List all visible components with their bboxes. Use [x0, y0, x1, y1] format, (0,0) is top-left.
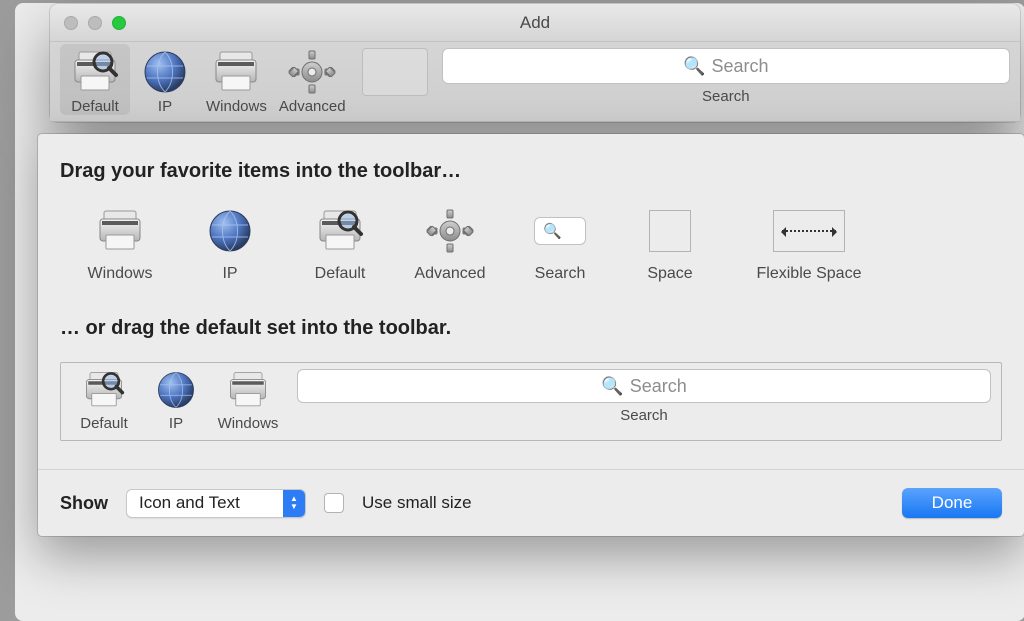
toolbar-search-field[interactable]: 🔍 Search	[442, 48, 1010, 84]
palette-flexible-space-label: Flexible Space	[757, 257, 862, 283]
window-controls	[50, 16, 126, 30]
palette-space-label: Space	[647, 257, 692, 283]
default-set-ip-label: IP	[169, 411, 183, 432]
printer-magnifier-icon	[71, 48, 119, 96]
default-set-ip[interactable]: IP	[143, 369, 209, 432]
search-icon: 🔍	[683, 56, 705, 77]
toolbar-ip-label: IP	[158, 96, 172, 115]
default-set-default[interactable]: Default	[71, 369, 137, 432]
chevron-up-down-icon: ▲▼	[283, 490, 305, 517]
printer-icon	[94, 205, 146, 257]
palette-advanced[interactable]: Advanced	[414, 205, 486, 283]
toolbar-ip[interactable]: IP	[130, 44, 200, 115]
use-small-size-checkbox[interactable]	[324, 493, 344, 513]
globe-icon	[141, 48, 189, 96]
printer-icon	[227, 369, 269, 411]
default-set-default-label: Default	[80, 411, 128, 432]
palette-ip[interactable]: IP	[194, 205, 266, 283]
sheet-heading-1: Drag your favorite items into the toolba…	[60, 160, 1002, 183]
flexible-space-icon	[771, 205, 847, 257]
toolbar-advanced[interactable]: Advanced	[273, 44, 352, 115]
sheet-heading-2: … or drag the default set into the toolb…	[60, 317, 1002, 340]
toolbar: Default IP Windows Advanced 🔍 Search Sea…	[50, 42, 1020, 122]
toolbar-search-caption: Search	[442, 84, 1010, 105]
show-select-value: Icon and Text	[139, 493, 240, 513]
search-icon: 🔍	[601, 376, 623, 397]
globe-icon	[204, 205, 256, 257]
window-title: Add	[50, 13, 1020, 33]
titlebar: Add	[50, 4, 1020, 42]
minimize-window-button[interactable]	[88, 16, 102, 30]
use-small-size-label: Use small size	[362, 493, 472, 513]
toolbar-windows-label: Windows	[206, 96, 267, 115]
palette-search[interactable]: 🔍 Search	[524, 205, 596, 283]
palette-flexible-space[interactable]: Flexible Space	[744, 205, 874, 283]
palette-default[interactable]: Default	[304, 205, 376, 283]
sheet-body: Drag your favorite items into the toolba…	[38, 134, 1024, 469]
available-items-palette: Windows IP Default Advanced 🔍 Search	[60, 205, 1002, 283]
printer-icon	[212, 48, 260, 96]
toolbar-spacer[interactable]	[362, 48, 428, 96]
customize-toolbar-sheet: Drag your favorite items into the toolba…	[38, 134, 1024, 536]
search-field-icon: 🔍	[534, 205, 586, 257]
show-select[interactable]: Icon and Text ▲▼	[126, 489, 306, 518]
palette-ip-label: IP	[222, 257, 237, 283]
toolbar-search-wrap: 🔍 Search Search	[442, 48, 1010, 105]
close-window-button[interactable]	[64, 16, 78, 30]
palette-advanced-label: Advanced	[414, 257, 485, 283]
zoom-window-button[interactable]	[112, 16, 126, 30]
sheet-footer: Show Icon and Text ▲▼ Use small size Don…	[38, 469, 1024, 536]
globe-icon	[155, 369, 197, 411]
default-set-search-wrap: 🔍 Search Search	[297, 369, 991, 424]
default-set-windows[interactable]: Windows	[215, 369, 281, 432]
toolbar-default-label: Default	[71, 96, 119, 115]
default-set-search[interactable]: 🔍 Search	[297, 369, 991, 403]
default-set-windows-label: Windows	[218, 411, 279, 432]
palette-windows[interactable]: Windows	[84, 205, 156, 283]
toolbar-windows[interactable]: Windows	[200, 44, 273, 115]
gear-icon	[424, 205, 476, 257]
default-set-box[interactable]: Default IP Windows 🔍 Search	[60, 362, 1002, 441]
palette-windows-label: Windows	[88, 257, 153, 283]
toolbar-search-placeholder: Search	[711, 56, 768, 77]
done-button[interactable]: Done	[902, 488, 1002, 518]
default-set-search-placeholder: Search	[630, 376, 687, 397]
toolbar-default[interactable]: Default	[60, 44, 130, 115]
palette-search-label: Search	[535, 257, 586, 283]
toolbar-left-group: Default IP Windows Advanced	[60, 44, 352, 115]
default-set-search-caption: Search	[297, 403, 991, 424]
gear-icon	[288, 48, 336, 96]
add-printer-window: Add Default IP Windows Advanced	[50, 4, 1020, 122]
show-label: Show	[60, 493, 108, 514]
printer-magnifier-icon	[314, 205, 366, 257]
printer-magnifier-icon	[83, 369, 125, 411]
palette-space[interactable]: Space	[634, 205, 706, 283]
default-set-group: Default IP Windows	[71, 369, 281, 432]
space-icon	[644, 205, 696, 257]
toolbar-advanced-label: Advanced	[279, 96, 346, 115]
palette-default-label: Default	[315, 257, 366, 283]
